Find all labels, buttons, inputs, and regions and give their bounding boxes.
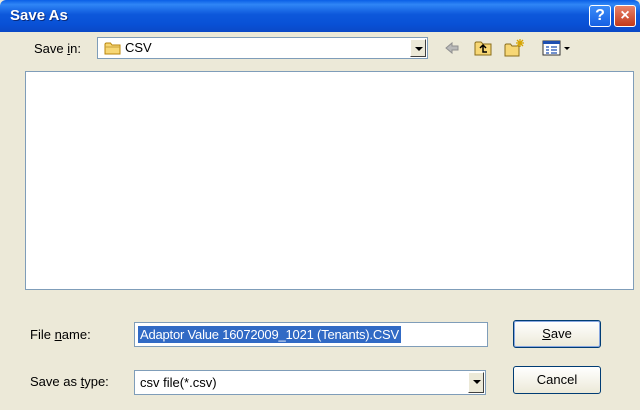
save-in-dropdown[interactable]: CSV xyxy=(97,37,428,59)
close-button[interactable]: × xyxy=(614,5,636,27)
close-icon: × xyxy=(620,7,630,24)
file-list[interactable] xyxy=(25,71,634,290)
dropdown-arrow-icon[interactable] xyxy=(410,39,426,57)
file-name-value: Adaptor Value 16072009_1021 (Tenants).CS… xyxy=(138,326,401,343)
back-arrow-icon[interactable] xyxy=(441,37,463,59)
save-as-type-label: Save as type: xyxy=(30,374,109,389)
dropdown-arrow-icon[interactable] xyxy=(468,372,484,393)
save-in-label: Save in: xyxy=(34,41,81,56)
help-button[interactable]: ? xyxy=(589,5,611,27)
help-icon: ? xyxy=(595,7,605,24)
file-name-input[interactable]: Adaptor Value 16072009_1021 (Tenants).CS… xyxy=(134,322,488,347)
file-name-label: File name: xyxy=(30,327,91,342)
new-folder-icon[interactable] xyxy=(503,37,525,59)
save-button[interactable]: Save xyxy=(513,320,601,348)
save-in-value: CSV xyxy=(125,40,152,55)
title-bar[interactable]: Save As ? × xyxy=(0,0,640,32)
up-folder-icon[interactable] xyxy=(472,37,494,59)
window-title: Save As xyxy=(10,7,68,24)
file-type-dropdown[interactable]: csv file(*.csv) xyxy=(134,370,486,395)
view-menu-icon[interactable] xyxy=(540,37,576,59)
file-type-value: csv file(*.csv) xyxy=(140,375,217,390)
cancel-button[interactable]: Cancel xyxy=(513,366,601,394)
folder-icon xyxy=(104,42,121,55)
